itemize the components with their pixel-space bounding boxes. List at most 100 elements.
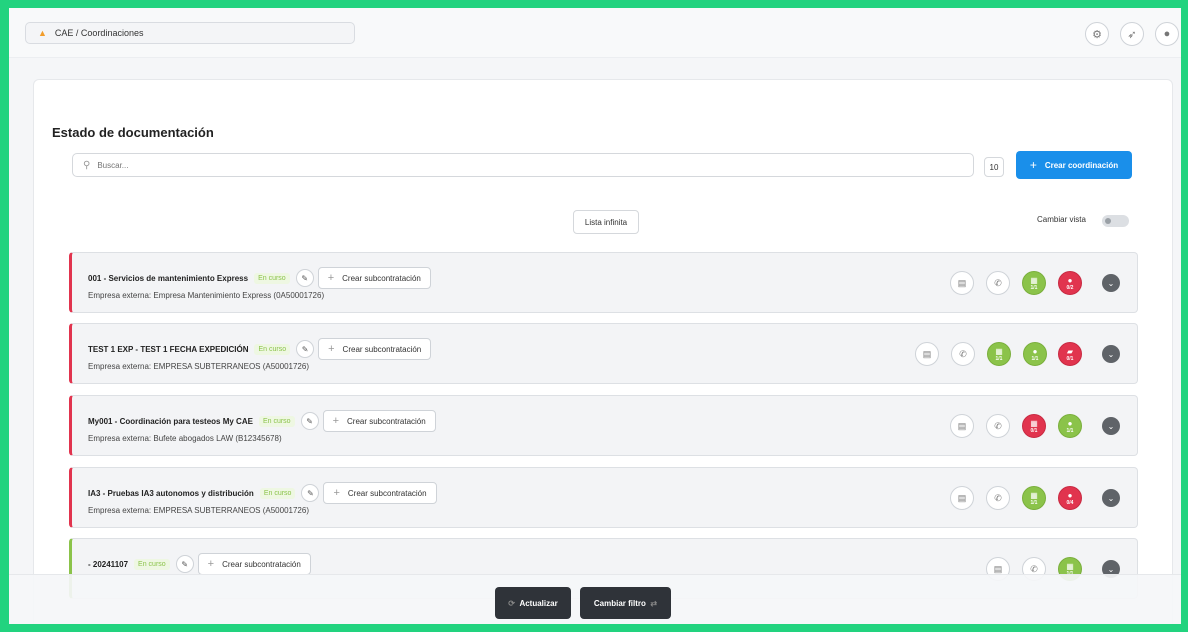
top-bar: ▲ CAE / Coordinaciones ⚙ ➶ ●: [9, 8, 1181, 58]
status-badge: En curso: [254, 343, 291, 355]
document-folder-icon[interactable]: ▤: [915, 342, 939, 366]
search-input[interactable]: [97, 160, 898, 170]
chevron-down-icon[interactable]: ⌄: [1102, 489, 1120, 507]
badge-count: 0/1: [1066, 355, 1074, 362]
toggle-knob: [1105, 218, 1111, 224]
user-icon[interactable]: ●: [1155, 22, 1179, 46]
refresh-icon: ⟳: [508, 598, 515, 608]
external-company: Empresa externa: EMPRESA SUBTERRANEOS (A…: [88, 506, 309, 515]
documents-icon[interactable]: ▦1/1: [987, 342, 1011, 366]
workers-icon[interactable]: ● 1/1: [1058, 414, 1082, 438]
breadcrumb[interactable]: ▲ CAE / Coordinaciones: [25, 22, 355, 44]
status-badge: En curso: [258, 415, 295, 427]
external-company: Empresa externa: Empresa Mantenimiento E…: [88, 291, 325, 300]
coordination-row[interactable]: IA3 - Pruebas IA3 autonomos y distribuci…: [69, 467, 1138, 528]
worker-glyph: ●: [1067, 490, 1073, 500]
chevron-down-icon[interactable]: ⌄: [1102, 417, 1120, 435]
create-subcontract-label: Crear subcontratación: [347, 416, 426, 426]
worker-glyph: ●: [1032, 346, 1038, 356]
search-icon: ⚲: [83, 159, 91, 171]
view-toggle[interactable]: [1102, 215, 1129, 227]
refresh-button[interactable]: ⟳ Actualizar: [495, 587, 571, 619]
team-settings-icon[interactable]: ⚙: [1085, 22, 1109, 46]
edit-pencil-icon[interactable]: ✎: [300, 412, 319, 430]
plus-icon: +: [333, 487, 340, 499]
workers-icon[interactable]: ● 1/1: [1023, 342, 1047, 366]
create-subcontract-button[interactable]: + Crear subcontratación: [317, 267, 431, 289]
create-subcontract-button[interactable]: + Crear subcontratación: [318, 338, 432, 360]
create-coordination-label: Crear coordinación: [1044, 160, 1119, 170]
status-badge: En curso: [259, 487, 296, 499]
plus-icon: +: [328, 343, 335, 355]
plus-icon: +: [332, 415, 339, 427]
phone-icon[interactable]: ✆: [986, 271, 1010, 295]
row-header: - 20241107 En curso ✎ + Crear subcontrata…: [88, 553, 311, 575]
coordination-row[interactable]: TEST 1 EXP - TEST 1 FECHA EXPEDICIÓN En …: [69, 323, 1138, 384]
edit-pencil-icon[interactable]: ✎: [175, 555, 194, 573]
document-folder-icon[interactable]: ▤: [950, 414, 974, 438]
create-subcontract-label: Crear subcontratación: [342, 344, 422, 354]
phone-icon[interactable]: ✆: [951, 342, 975, 366]
documents-icon[interactable]: ▦ 0/1: [1022, 414, 1046, 438]
create-subcontract-label: Crear subcontratación: [222, 559, 301, 569]
row-title: 001 - Servicios de mantenimiento Express: [88, 273, 249, 283]
documentation-card: Estado de documentación ⚲ 10 + Crear coo…: [33, 79, 1173, 624]
app-frame: ▲ CAE / Coordinaciones ⚙ ➶ ● Estado de d…: [9, 8, 1181, 624]
create-subcontract-button[interactable]: + Crear subcontratación: [197, 553, 311, 575]
row-header: 001 - Servicios de mantenimiento Express…: [88, 267, 431, 289]
chevron-down-icon[interactable]: ⌄: [1102, 274, 1120, 292]
badge-count: 1/1: [995, 355, 1003, 362]
row-title: - 20241107: [88, 559, 129, 569]
vehicle-glyph: ▰: [1066, 346, 1074, 356]
change-filter-button[interactable]: Cambiar filtro ⇄: [580, 587, 671, 619]
documents-glyph: ▦: [1030, 490, 1038, 500]
external-company: Empresa externa: Bufete abogados LAW (B1…: [88, 434, 282, 443]
edit-pencil-icon[interactable]: ✎: [301, 484, 320, 502]
documents-glyph: ▦: [1030, 418, 1038, 428]
status-badge: En curso: [134, 558, 170, 570]
filter-icon: ⇄: [650, 598, 658, 608]
edit-pencil-icon[interactable]: ✎: [295, 269, 314, 287]
edit-pencil-icon[interactable]: ✎: [296, 340, 315, 358]
phone-icon[interactable]: ✆: [986, 414, 1010, 438]
plus-icon: +: [1029, 158, 1037, 172]
documents-glyph: ▦: [995, 346, 1003, 356]
breadcrumb-label: CAE / Coordinaciones: [54, 28, 144, 38]
chevron-down-icon[interactable]: ⌄: [1102, 345, 1120, 363]
documents-glyph: ▦: [1030, 275, 1038, 285]
badge-count: 1/1: [1066, 427, 1074, 434]
documents-icon[interactable]: ▦1/1: [1022, 271, 1046, 295]
status-badge: En curso: [254, 272, 290, 284]
page-size-selector[interactable]: 10: [984, 157, 1004, 177]
page-title: Estado de documentación: [52, 125, 214, 140]
vehicles-icon[interactable]: ▰ 0/1: [1058, 342, 1082, 366]
documents-icon[interactable]: ▦1/1: [1022, 486, 1046, 510]
create-subcontract-button[interactable]: + Crear subcontratación: [322, 410, 436, 432]
create-subcontract-label: Crear subcontratación: [347, 488, 427, 498]
create-subcontract-button[interactable]: + Crear subcontratación: [323, 482, 437, 504]
create-subcontract-label: Crear subcontratación: [342, 273, 421, 283]
document-folder-icon[interactable]: ▤: [950, 271, 974, 295]
row-header: IA3 - Pruebas IA3 autonomos y distribuci…: [88, 482, 437, 504]
bottom-action-bar: ⟳ Actualizar Cambiar filtro ⇄: [9, 574, 1181, 624]
document-folder-icon[interactable]: ▤: [950, 486, 974, 510]
create-coordination-button[interactable]: + Crear coordinación: [1016, 151, 1132, 179]
view-toggle-label: Cambiar vista: [1037, 215, 1086, 224]
refresh-label: Actualizar: [519, 598, 558, 608]
coordination-row[interactable]: My001 - Coordinación para testeos My CAE…: [69, 395, 1138, 456]
row-header: My001 - Coordinación para testeos My CAE…: [88, 410, 436, 432]
plus-icon: +: [327, 272, 335, 284]
external-company: Empresa externa: EMPRESA SUBTERRANEOS (A…: [88, 362, 309, 371]
search-box[interactable]: ⚲: [72, 153, 974, 177]
infinite-list-button[interactable]: Lista infinita: [573, 210, 639, 234]
documents-glyph: ▦: [1066, 561, 1074, 571]
row-title: IA3 - Pruebas IA3 autonomos y distribuci…: [88, 488, 254, 498]
coordination-row[interactable]: 001 - Servicios de mantenimiento Express…: [69, 252, 1138, 313]
phone-icon[interactable]: ✆: [986, 486, 1010, 510]
badge-count: 1/1: [1030, 499, 1038, 506]
badge-count: 0/2: [1066, 284, 1074, 291]
row-title: My001 - Coordinación para testeos My CAE: [88, 416, 253, 426]
rocket-icon[interactable]: ➶: [1120, 22, 1144, 46]
workers-icon[interactable]: ● 0/4: [1058, 486, 1082, 510]
workers-icon[interactable]: ● 0/2: [1058, 271, 1082, 295]
